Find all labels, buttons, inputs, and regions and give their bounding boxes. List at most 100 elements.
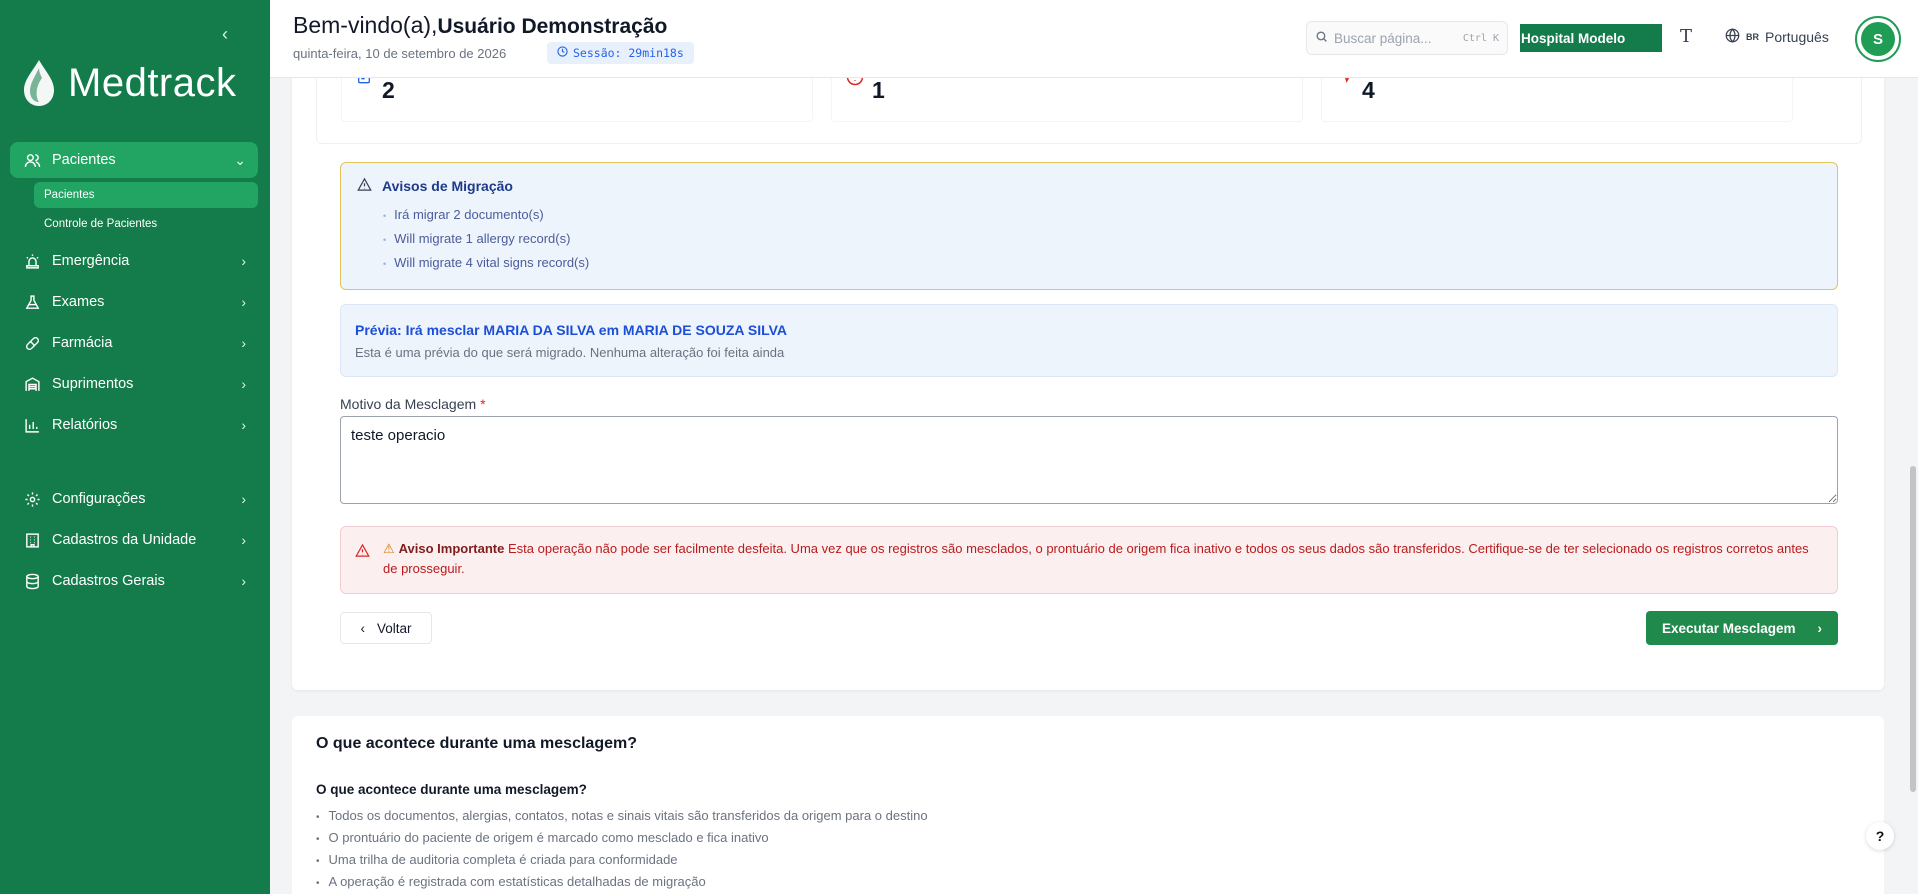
chevron-left-icon[interactable]: ‹ [222,24,228,45]
back-button[interactable]: ‹ Voltar [340,612,432,644]
sidebar-item-configuracoes[interactable]: Configurações › [10,481,258,517]
sidebar-item-label: Emergência [52,253,130,269]
stat-value: 2 [382,77,395,103]
siren-icon [22,251,42,271]
sidebar-item-pacientes[interactable]: Pacientes ⌄ [10,142,258,178]
preview-subtitle: Esta é uma prévia do que será migrado. N… [355,345,785,360]
drop-logo-icon [24,60,54,106]
sidebar-item-cadastros-unidade[interactable]: Cadastros da Unidade › [10,522,258,558]
sidebar-subitem-controle-pacientes[interactable]: Controle de Pacientes [34,211,258,237]
search-shortcut: Ctrl K [1462,32,1499,44]
warning-triangle-icon [357,177,372,195]
sidebar-item-label: Suprimentos [52,376,134,392]
sidebar-item-emergencia[interactable]: Emergência › [10,243,258,279]
stat-value: 1 [872,77,885,103]
info-title: O que acontece durante uma mesclagem? [316,735,637,752]
sidebar: ‹ Medtrack Pacientes ⌄ Pacientes Control… [0,0,270,894]
users-icon [22,150,42,170]
sidebar-item-farmacia[interactable]: Farmácia › [10,325,258,361]
required-mark: * [480,396,486,412]
brand-name: Medtrack [68,60,237,105]
sidebar-item-cadastros-gerais[interactable]: Cadastros Gerais › [10,563,258,599]
chevron-down-icon: ⌄ [234,151,246,168]
migration-warnings-title: Avisos de Migração [382,178,513,194]
sidebar-item-label: Cadastros da Unidade [52,532,197,548]
bar-chart-icon [22,415,42,435]
info-subtitle: O que acontece durante uma mesclagem? [316,782,587,797]
sidebar-submenu: Pacientes Controle de Pacientes [34,182,258,237]
list-item: Uma trilha de auditoria completa é criad… [316,849,928,871]
search-placeholder: Buscar página... [1334,30,1432,46]
sidebar-item-relatorios[interactable]: Relatórios › [10,407,258,443]
current-date: quinta-feira, 10 de setembro de 2026 [293,46,507,61]
merge-info-card: O que acontece durante uma mesclagem? O … [292,716,1884,894]
list-item: Will migrate 4 vital signs record(s) [383,251,589,275]
execute-merge-button[interactable]: Executar Mesclagem › [1646,611,1838,645]
warehouse-icon [22,374,42,394]
migration-warnings: Avisos de Migração Irá migrar 2 document… [340,162,1838,290]
globe-icon [1725,28,1740,46]
chevron-right-icon: › [241,417,246,433]
flask-icon [22,292,42,312]
scrollbar-thumb[interactable] [1910,466,1916,792]
pill-icon [22,333,42,353]
sidebar-item-label: Configurações [52,491,146,507]
hospital-selector[interactable]: Hospital Modelo [1520,24,1662,52]
stat-value: 4 [1362,77,1375,103]
avatar-initial: S [1861,22,1895,56]
chevron-right-icon: › [241,532,246,548]
preview-title: Prévia: Irá mesclar MARIA DA SILVA em MA… [355,322,788,338]
user-name: Usuário Demonstração [437,15,668,38]
session-timer: Sessão: 29min18s [547,42,694,64]
search-icon [1315,30,1328,46]
reason-label: Motivo da Mesclagem * [340,396,486,412]
chevron-right-icon: › [241,335,246,351]
session-text: Sessão: 29min18s [573,46,684,60]
language-selector[interactable]: BR Português [1725,28,1829,46]
important-title: Aviso Importante [398,541,505,556]
chevron-right-icon: › [241,294,246,310]
gear-icon [22,489,42,509]
list-item: A operação é registrada com estatísticas… [316,871,928,893]
brand-logo: Medtrack [22,58,237,108]
warning-emoji-icon: ⚠ [383,541,395,556]
reason-label-text: Motivo da Mesclagem [340,396,477,412]
welcome-message: Bem-vindo(a),Usuário Demonstração [293,12,667,39]
back-button-label: Voltar [376,620,412,636]
important-body: Esta operação não pode ser facilmente de… [383,541,1809,576]
font-size-icon[interactable]: T [1680,26,1692,47]
important-warning: ⚠ Aviso Importante Esta operação não pode… [340,526,1838,594]
merge-reason-textarea[interactable] [340,416,1838,504]
chevron-left-icon: ‹ [360,620,365,636]
sidebar-item-label: Relatórios [52,417,118,433]
sidebar-item-label: Cadastros Gerais [52,573,165,589]
chevron-right-icon: › [241,253,246,269]
search-input[interactable]: Buscar página... Ctrl K [1306,21,1508,55]
migration-warnings-list: Irá migrar 2 documento(s) Will migrate 1… [383,203,589,275]
list-item: O prontuário do paciente de origem é mar… [316,827,928,849]
sidebar-item-label: Farmácia [52,335,113,351]
top-header: Bem-vindo(a),Usuário Demonstração quinta… [270,0,1918,78]
sidebar-item-exames[interactable]: Exames › [10,284,258,320]
chevron-right-icon: › [241,573,246,589]
building-icon [22,530,42,550]
database-icon [22,571,42,591]
warning-triangle-icon [355,543,370,562]
chevron-right-icon: › [241,376,246,392]
list-item: Will migrate 1 allergy record(s) [383,227,589,251]
avatar[interactable]: S [1855,16,1901,62]
sidebar-nav: Pacientes ⌄ Pacientes Controle de Pacien… [10,142,258,604]
merge-card: 2 1 4 Avisos de Migração Irá migrar 2 do… [292,62,1884,690]
welcome-prefix: Bem-vindo(a), [293,12,438,38]
clock-icon [557,46,568,60]
page-scrollbar[interactable] [1908,78,1918,894]
chevron-right-icon: › [1817,620,1823,636]
sidebar-subitem-pacientes[interactable]: Pacientes [34,182,258,208]
help-button[interactable]: ? [1866,822,1894,850]
list-item: Irá migrar 2 documento(s) [383,203,589,227]
merge-preview: Prévia: Irá mesclar MARIA DA SILVA em MA… [340,304,1838,377]
sidebar-item-suprimentos[interactable]: Suprimentos › [10,366,258,402]
important-warning-text: ⚠ Aviso Importante Esta operação não pode… [383,539,1823,579]
sidebar-item-label: Exames [52,294,105,310]
language-label: Português [1765,29,1829,45]
